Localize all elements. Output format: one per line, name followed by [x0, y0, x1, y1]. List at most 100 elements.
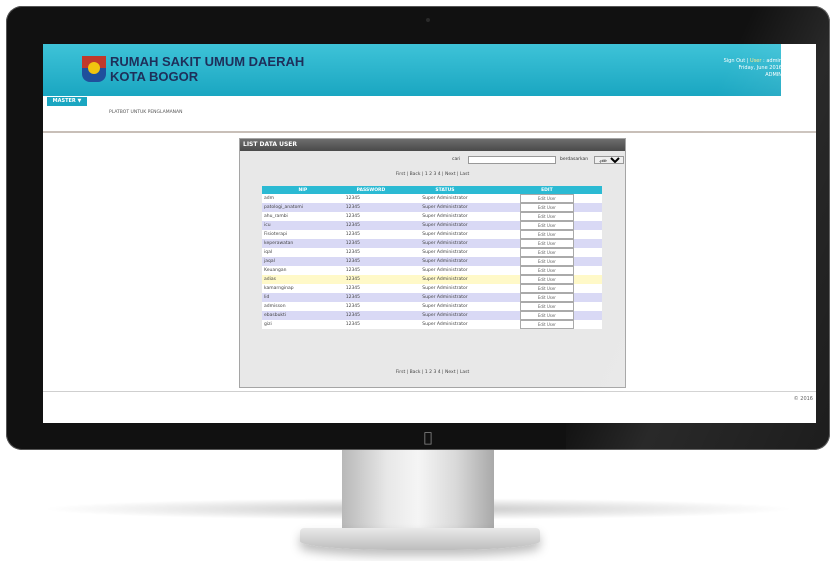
cell-password: 12345 — [343, 203, 399, 212]
cell-password: 12345 — [343, 194, 399, 203]
edit-user-button[interactable]: Edit User — [519, 248, 574, 257]
cell-nip: icu — [262, 221, 344, 230]
cell-nip: admisson — [262, 302, 344, 311]
column-header-nip: NIP — [262, 186, 344, 194]
pagination-bottom[interactable]: First | Back | 1 2 3 4 | Next | Last — [240, 370, 625, 375]
cell-status: Super Administrator — [398, 257, 492, 266]
table-row: gizi 12345 Super Administrator Edit User — [262, 320, 602, 329]
edit-user-button[interactable]: Edit User — [519, 284, 574, 293]
user-list-panel: LIST DATA USER cari berdasarkan -pilih- … — [239, 138, 626, 388]
cell-status: Super Administrator — [398, 212, 492, 221]
cell-status: Super Administrator — [398, 275, 492, 284]
edit-user-button[interactable]: Edit User — [519, 194, 574, 203]
cell-edit: Edit User — [491, 275, 602, 284]
cell-nip: Fisioterapi — [262, 230, 344, 239]
search-label: cari — [452, 157, 461, 162]
table-row: kamarnginap 12345 Super Administrator Edit … — [262, 284, 602, 293]
search-input[interactable] — [468, 156, 556, 164]
filter-select[interactable]: -pilih- — [594, 156, 624, 164]
edit-user-button[interactable]: Edit User — [519, 221, 574, 230]
cell-edit: Edit User — [491, 194, 602, 203]
monitor-stand — [342, 450, 494, 530]
table-row: jaqal 12345 Super Administrator Edit User — [262, 257, 602, 266]
table-row: adias 12345 Super Administrator Edit User — [262, 275, 602, 284]
cell-edit: Edit User — [491, 320, 602, 329]
table-row: patologi_anatomi 12345 Super Administrator… — [262, 203, 602, 212]
cell-status: Super Administrator — [398, 293, 492, 302]
cell-status: Super Administrator — [398, 311, 492, 320]
cell-edit: Edit User — [491, 257, 602, 266]
apple-logo-icon:  — [420, 430, 436, 446]
user-table: NIP PASSWORD STATUS EDIT adm 12345 Super A… — [262, 186, 602, 329]
edit-user-button[interactable]: Edit User — [519, 311, 574, 320]
pagination-top[interactable]: First | Back | 1 2 3 4 | Next | Last — [240, 172, 625, 177]
filter-label: berdasarkan — [560, 157, 589, 162]
footer-divider — [43, 391, 816, 392]
cell-status: Super Administrator — [398, 266, 492, 275]
cell-password: 12345 — [343, 239, 399, 248]
hospital-city: KOTA BOGOR — [110, 69, 199, 84]
cell-edit: Edit User — [491, 266, 602, 275]
cell-status: Super Administrator — [398, 320, 492, 329]
cell-edit: Edit User — [491, 284, 602, 293]
cell-edit: Edit User — [491, 311, 602, 320]
table-row: admisson 12345 Super Administrator Edit Use… — [262, 302, 602, 311]
master-menu-button[interactable]: MASTER ▼ — [47, 97, 87, 106]
header-divider — [43, 131, 816, 133]
cell-password: 12345 — [343, 284, 399, 293]
edit-user-button[interactable]: Edit User — [519, 266, 574, 275]
cell-nip: gizi — [262, 320, 344, 329]
cell-password: 12345 — [343, 302, 399, 311]
edit-user-button[interactable]: Edit User — [519, 275, 574, 284]
table-row: ahu_rambi 12345 Super Administrator Edit Us… — [262, 212, 602, 221]
cell-password: 12345 — [343, 275, 399, 284]
screen: RUMAH SAKIT UMUM DAERAH KOTA BOGOR Sign … — [43, 44, 816, 423]
cell-status: Super Administrator — [398, 302, 492, 311]
panel-title: LIST DATA USER — [240, 139, 625, 151]
cell-edit: Edit User — [491, 239, 602, 248]
cell-edit: Edit User — [491, 203, 602, 212]
cell-nip: lid — [262, 293, 344, 302]
edit-user-button[interactable]: Edit User — [519, 293, 574, 302]
cell-edit: Edit User — [491, 221, 602, 230]
cell-password: 12345 — [343, 221, 399, 230]
menu-bar — [43, 96, 816, 106]
cell-edit: Edit User — [491, 302, 602, 311]
app-header: RUMAH SAKIT UMUM DAERAH KOTA BOGOR Sign … — [43, 44, 816, 96]
table-row: iqal 12345 Super Administrator Edit User — [262, 248, 602, 257]
cell-status: Super Administrator — [398, 248, 492, 257]
camera-icon — [426, 18, 430, 22]
cell-nip: keperawatan — [262, 239, 344, 248]
table-row: Keuangan 12345 Super Administrator Edit Use… — [262, 266, 602, 275]
table-row: icu 12345 Super Administrator Edit User — [262, 221, 602, 230]
user-link[interactable]: User — [750, 58, 761, 64]
cell-nip: adm — [262, 194, 344, 203]
table-row: keperawatan 12345 Super Administrator Edit … — [262, 239, 602, 248]
column-header-status: STATUS — [398, 186, 492, 194]
role-text: ADMIN — [765, 72, 782, 78]
cell-nip: kamarnginap — [262, 284, 344, 293]
edit-user-button[interactable]: Edit User — [519, 257, 574, 266]
edit-user-button[interactable]: Edit User — [519, 230, 574, 239]
column-header-password: PASSWORD — [343, 186, 399, 194]
edit-user-button[interactable]: Edit User — [519, 320, 574, 329]
username: admin — [766, 58, 782, 64]
cell-status: Super Administrator — [398, 194, 492, 203]
edit-user-button[interactable]: Edit User — [519, 239, 574, 248]
cell-nip: Keuangan — [262, 266, 344, 275]
edit-user-button[interactable]: Edit User — [519, 203, 574, 212]
cell-password: 12345 — [343, 311, 399, 320]
cell-nip: iqal — [262, 248, 344, 257]
cell-password: 12345 — [343, 230, 399, 239]
cell-password: 12345 — [343, 293, 399, 302]
table-row: lid 12345 Super Administrator Edit User — [262, 293, 602, 302]
breadcrumb: PLATBOT UNTUK PENGLAMANAN — [109, 110, 183, 115]
sign-out-link[interactable]: Sign Out — [724, 58, 746, 64]
cell-status: Super Administrator — [398, 284, 492, 293]
table-row: ebasbukti 12345 Super Administrator Edit Us… — [262, 311, 602, 320]
cell-password: 12345 — [343, 266, 399, 275]
edit-user-button[interactable]: Edit User — [519, 212, 574, 221]
table-row: adm 12345 Super Administrator Edit User — [262, 194, 602, 203]
edit-user-button[interactable]: Edit User — [519, 302, 574, 311]
cell-password: 12345 — [343, 320, 399, 329]
